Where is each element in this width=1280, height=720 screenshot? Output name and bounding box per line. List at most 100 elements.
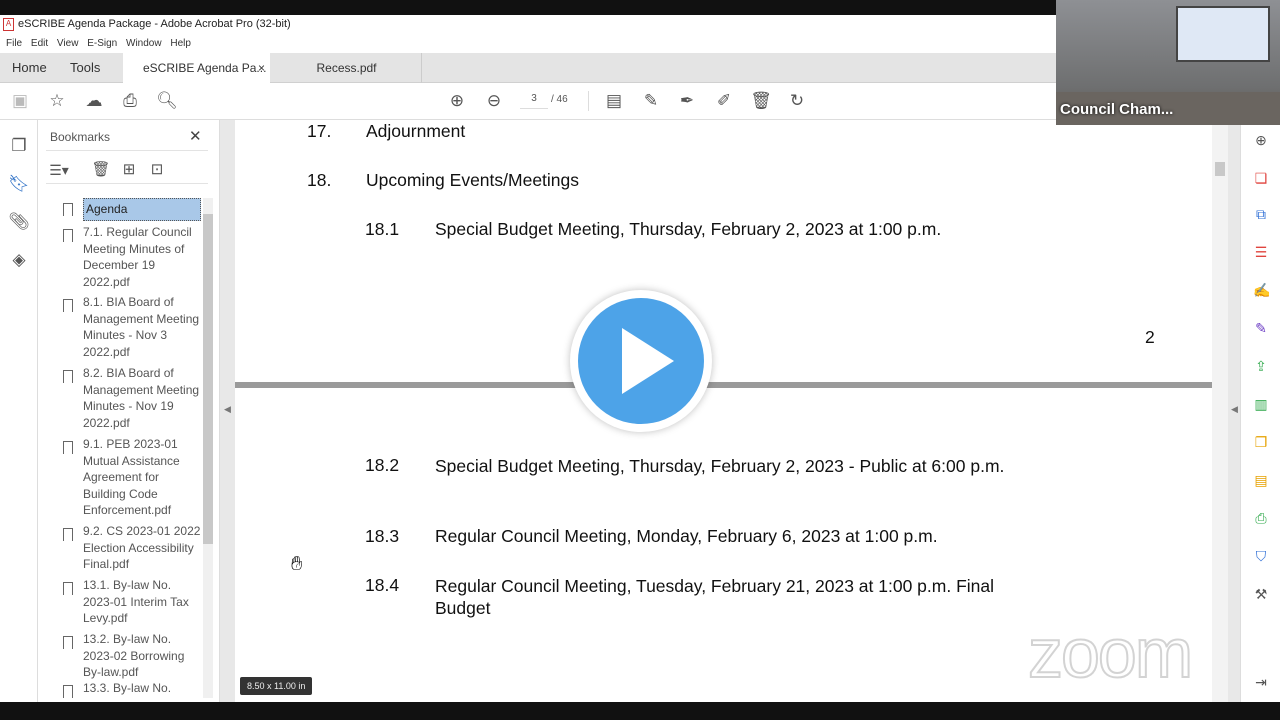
tab-escribe[interactable]: eSCRIBE Agenda Pa... ×	[123, 53, 270, 83]
bookmark-item[interactable]: 8.2. BIA Board of Management Meeting Min…	[83, 365, 201, 431]
tab-recess[interactable]: Recess.pdf	[272, 53, 422, 83]
tab-tools[interactable]: Tools	[70, 53, 100, 83]
section-number: 18.	[307, 170, 332, 190]
prev-page-icon[interactable]: ⊕	[446, 91, 468, 111]
bookmarks-title: Bookmarks	[50, 130, 111, 144]
hand-cursor-icon: ✋︎	[291, 553, 303, 575]
zoom-watermark: zoom	[1027, 614, 1194, 692]
bookmark-from-selection-icon[interactable]: ⊡	[146, 160, 168, 180]
bookmark-item[interactable]: 9.2. CS 2023-01 2022 Election Accessibil…	[83, 523, 201, 573]
menu-help[interactable]: Help	[170, 35, 191, 49]
combine-files-icon[interactable]: ⧉	[1253, 206, 1269, 222]
divider	[588, 91, 589, 111]
menu-edit[interactable]: Edit	[31, 35, 48, 49]
edit-document-icon[interactable]: ✐	[713, 91, 735, 111]
organize-pages-icon[interactable]: ☰	[1253, 244, 1269, 260]
divider	[46, 183, 208, 184]
bookmark-icon	[63, 229, 73, 242]
item-text: Regular Council Meeting, Monday, Februar…	[435, 526, 938, 546]
print-icon[interactable]: ⎙	[119, 91, 141, 111]
upload-cloud-icon[interactable]: ☁	[83, 91, 105, 111]
bookmark-icon	[63, 203, 73, 216]
bookmark-item[interactable]: 8.1. BIA Board of Management Meeting Min…	[83, 294, 201, 360]
section-title: Adjournment	[366, 121, 466, 141]
bookmark-icon	[63, 582, 73, 595]
new-bookmark-icon[interactable]: ⊞	[118, 160, 140, 180]
close-tab-icon[interactable]: ×	[258, 61, 265, 75]
bookmark-item[interactable]: 13.1. By-law No. 2023-01 Interim Tax Lev…	[83, 577, 201, 627]
navigation-rail: ❐ 🔖︎ 📎︎ ◈	[0, 120, 38, 702]
menu-file[interactable]: File	[6, 35, 22, 49]
item-number: 18.2	[365, 455, 400, 475]
create-pdf-icon[interactable]: ❏	[1253, 170, 1269, 186]
delete-icon[interactable]: 🗑︎	[750, 91, 772, 111]
item-number: 18.1	[365, 219, 400, 239]
sign-pen-icon[interactable]: ✒	[676, 91, 698, 111]
page-number: 2	[1145, 327, 1155, 347]
play-button[interactable]	[570, 290, 712, 432]
next-page-icon[interactable]: ⊖	[483, 91, 505, 111]
bookmark-icon	[63, 685, 73, 698]
comment-icon[interactable]: ▤	[603, 91, 625, 111]
menu-esign[interactable]: E-Sign	[87, 35, 117, 49]
bookmark-item[interactable]: 13.2. By-law No. 2023-02 Borrowing By-la…	[83, 631, 201, 681]
bookmark-icon	[63, 528, 73, 541]
item-text: Regular Council Meeting, Tuesday, Februa…	[435, 576, 995, 618]
bookmark-item[interactable]: 9.1. PEB 2023-01 Mutual Assistance Agree…	[83, 436, 201, 519]
bookmark-item[interactable]: 13.3. By-law No.	[83, 680, 201, 697]
tab-label: eSCRIBE Agenda Pa...	[143, 61, 267, 75]
bookmark-icon	[63, 441, 73, 454]
rotate-icon[interactable]: ↻	[786, 91, 808, 111]
collapse-left-icon[interactable]: ◀	[224, 404, 231, 415]
item-text: Special Budget Meeting, Thursday, Februa…	[435, 219, 942, 239]
bookmark-icon[interactable]: 🔖︎	[8, 174, 30, 194]
item-number: 18.3	[365, 526, 400, 546]
zoom-in-icon[interactable]: ⊕	[1253, 132, 1269, 148]
page-number-input[interactable]: 3	[520, 93, 548, 109]
compress-icon[interactable]: ▥	[1253, 396, 1269, 412]
item-text: Special Budget Meeting, Thursday, Februa…	[435, 456, 1005, 476]
edit-pdf-icon[interactable]: ✎	[1253, 320, 1269, 336]
play-icon	[622, 328, 674, 394]
bookmark-item[interactable]: Agenda	[83, 198, 201, 221]
window-title: eSCRIBE Agenda Package - Adobe Acrobat P…	[18, 18, 291, 30]
collapse-panel-icon[interactable]: ⇥	[1253, 674, 1269, 690]
menu-window[interactable]: Window	[126, 35, 162, 49]
attachment-icon[interactable]: 📎︎	[8, 212, 30, 232]
close-icon[interactable]: ✕	[189, 127, 202, 145]
tab-home[interactable]: Home	[12, 53, 47, 83]
bookmarks-scrollbar[interactable]	[203, 198, 213, 698]
bookmark-item[interactable]: 7.1. Regular Council Meeting Minutes of …	[83, 224, 201, 290]
options-menu-icon[interactable]: ☰▾	[48, 160, 70, 180]
export-pdf-icon[interactable]: ⇪	[1253, 358, 1269, 374]
send-review-icon[interactable]: ❐	[1253, 434, 1269, 450]
projector-screen	[1176, 6, 1270, 62]
page-separator	[235, 382, 1212, 388]
protect-icon[interactable]: ⛉	[1253, 548, 1269, 564]
delete-bookmark-icon[interactable]: 🗑︎	[90, 160, 112, 180]
page-total: / 46	[551, 94, 568, 105]
bookmark-icon	[63, 636, 73, 649]
fill-sign-icon[interactable]: ✍	[1253, 282, 1270, 298]
page-size-tooltip: 8.50 x 11.00 in	[240, 677, 313, 695]
menu-view[interactable]: View	[57, 35, 79, 49]
acrobat-icon: A	[3, 18, 14, 31]
pages-icon[interactable]: ❐	[8, 136, 30, 156]
bookmark-icon	[63, 299, 73, 312]
divider	[46, 150, 208, 151]
section-number: 17.	[307, 121, 332, 141]
zoom-search-icon[interactable]: 🔍︎	[156, 91, 178, 111]
save-icon[interactable]: ▣	[9, 91, 31, 111]
highlight-icon[interactable]: ✎	[640, 91, 662, 111]
print-production-icon[interactable]: ⎙	[1253, 510, 1269, 526]
comment-tool-icon[interactable]: ▤	[1253, 472, 1269, 488]
tools-rail: ⊕ ❏ ⧉ ☰ ✍ ✎ ⇪ ▥ ❐ ▤ ⎙ ⛉ ⚒ ⇥	[1240, 120, 1280, 702]
section-title: Upcoming Events/Meetings	[366, 170, 580, 190]
layers-icon[interactable]: ◈	[8, 250, 30, 270]
bookmark-icon	[63, 370, 73, 383]
document-scrollbar[interactable]	[1212, 120, 1228, 702]
zoom-video-tile[interactable]: Council Cham...	[1056, 0, 1280, 125]
star-icon[interactable]: ☆	[46, 91, 68, 111]
collapse-right-icon[interactable]: ◀	[1231, 404, 1238, 415]
more-tools-icon[interactable]: ⚒	[1253, 586, 1269, 602]
